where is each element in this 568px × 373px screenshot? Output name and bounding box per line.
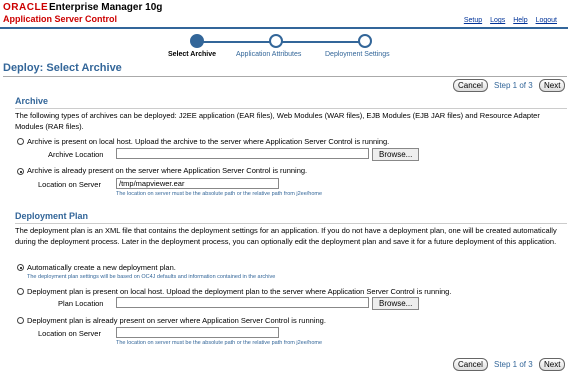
oracle-logo: ORACLE <box>3 2 49 13</box>
archive-location-on-server-label: Location on Server <box>38 180 101 189</box>
train-label-application-attributes[interactable]: Application Attributes <box>236 51 301 58</box>
plan-location-on-server-field[interactable] <box>116 327 279 338</box>
plan-auto-hint: The deployment plan settings will be bas… <box>27 274 276 280</box>
archive-location-field[interactable] <box>116 148 369 159</box>
archive-local-label: Archive is present on local host. Upload… <box>27 137 390 146</box>
train-stop-application-attributes[interactable] <box>269 34 283 48</box>
archive-location-hint: The location on server must be the absol… <box>116 191 323 197</box>
archive-server-label: Archive is already present on the server… <box>27 166 308 175</box>
archive-section-title: Archive <box>15 96 49 106</box>
train-stop-select-archive <box>190 34 204 48</box>
setup-link[interactable]: Setup <box>464 17 482 24</box>
header-divider <box>0 27 568 29</box>
plan-server-radio[interactable] <box>17 317 24 324</box>
train-label-deployment-settings[interactable]: Deployment Settings <box>325 51 390 58</box>
archive-local-radio[interactable] <box>17 138 24 145</box>
plan-section-divider <box>15 223 567 224</box>
plan-auto-label: Automatically create a new deployment pl… <box>27 263 176 272</box>
step-indicator-top: Step 1 of 3 <box>494 81 533 90</box>
archive-description: The following types of archives can be d… <box>15 111 540 131</box>
plan-server-label: Deployment plan is already present on se… <box>27 316 326 325</box>
help-link[interactable]: Help <box>513 17 527 24</box>
step-indicator-bottom: Step 1 of 3 <box>494 360 533 369</box>
train-stop-deployment-settings[interactable] <box>358 34 372 48</box>
plan-local-radio[interactable] <box>17 288 24 295</box>
logout-link[interactable]: Logout <box>536 17 557 24</box>
product-name: Enterprise Manager 10g <box>49 2 163 13</box>
title-divider <box>3 76 567 77</box>
plan-auto-radio[interactable] <box>17 264 24 271</box>
cancel-button-bottom[interactable]: Cancel <box>453 358 488 371</box>
plan-location-hint: The location on server must be the absol… <box>116 340 323 346</box>
archive-browse-button[interactable]: Browse... <box>372 148 420 161</box>
plan-location-label: Plan Location <box>58 299 104 308</box>
logs-link[interactable]: Logs <box>490 17 505 24</box>
plan-section-title: Deployment Plan <box>15 211 89 221</box>
global-links: Setup Logs Help Logout <box>458 17 557 24</box>
archive-location-on-server-field[interactable]: /tmp/mapviewer.ear <box>116 178 279 189</box>
product-subtitle: Application Server Control <box>3 14 118 24</box>
global-header: ORACLE Enterprise Manager 10g Applicatio… <box>0 0 568 27</box>
plan-location-on-server-label: Location on Server <box>38 329 101 338</box>
cancel-button-top[interactable]: Cancel <box>453 79 488 92</box>
plan-description: The deployment plan is an XML file that … <box>15 226 557 246</box>
archive-location-label: Archive Location <box>48 150 104 159</box>
next-button-bottom[interactable]: Next <box>539 358 566 371</box>
plan-location-field[interactable] <box>116 297 369 308</box>
plan-local-label: Deployment plan is present on local host… <box>27 287 452 296</box>
plan-browse-button[interactable]: Browse... <box>372 297 420 310</box>
next-button-top[interactable]: Next <box>539 79 566 92</box>
train-label-select-archive: Select Archive <box>168 51 216 58</box>
page-title: Deploy: Select Archive <box>3 62 122 74</box>
archive-server-radio[interactable] <box>17 168 24 175</box>
archive-section-divider <box>15 108 567 109</box>
